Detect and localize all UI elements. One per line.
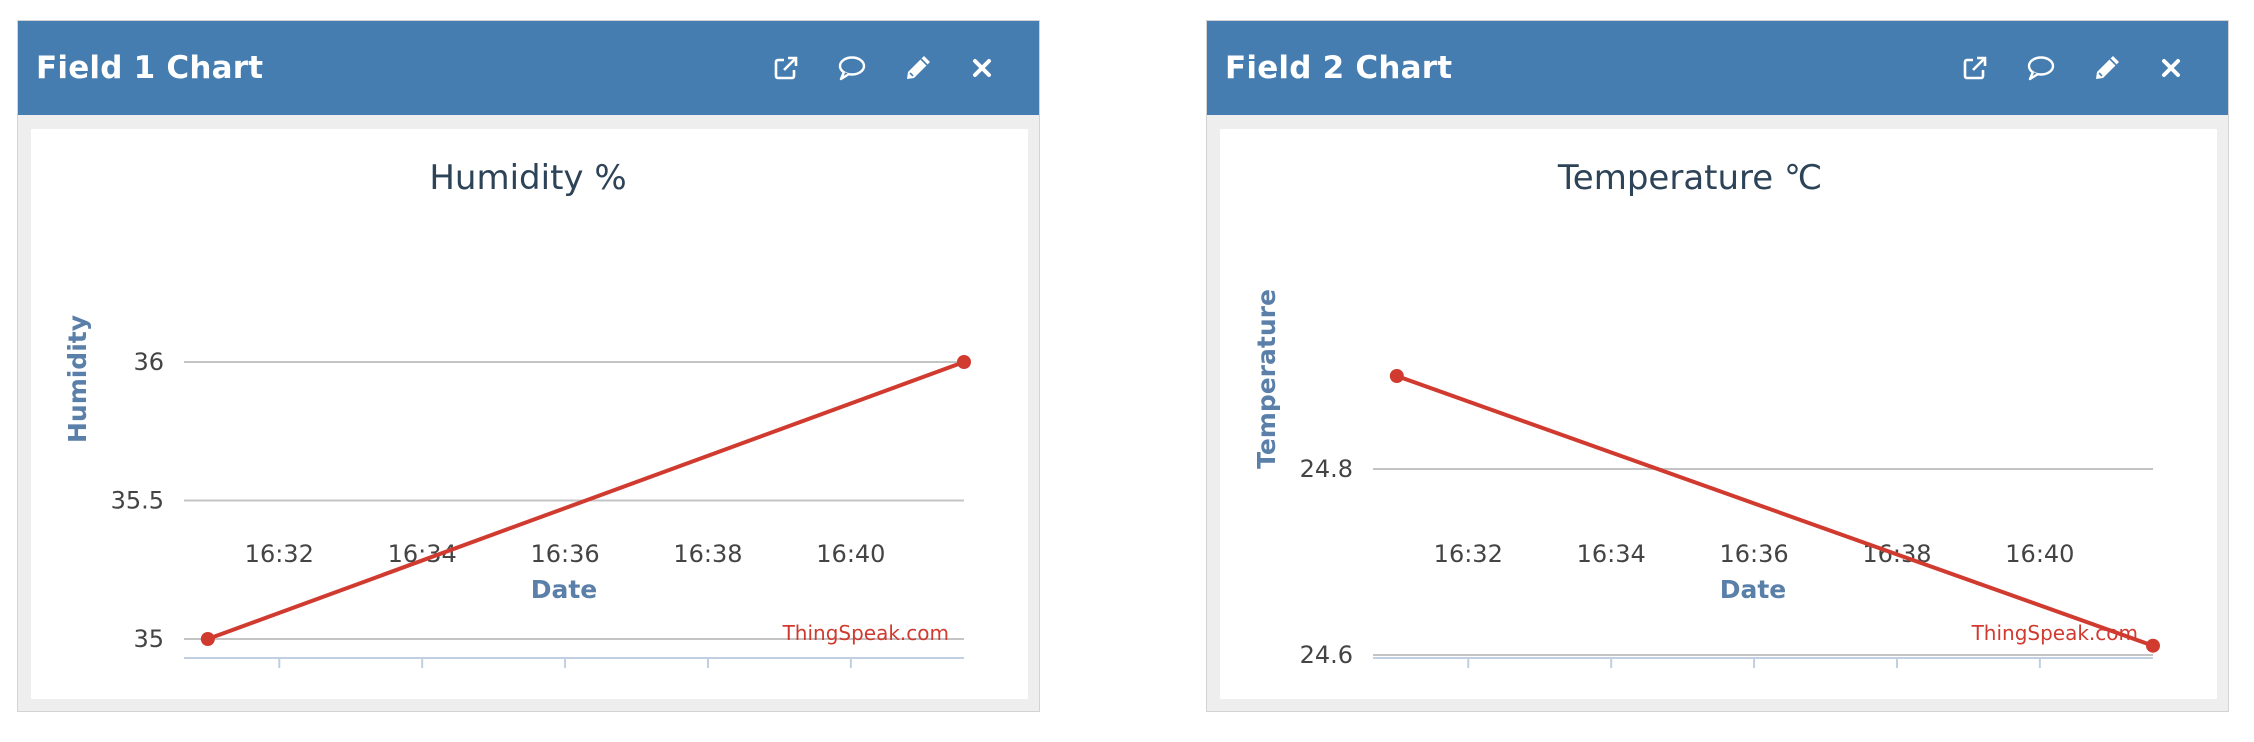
x-tick-label: 16:34 — [388, 540, 457, 568]
x-tick-label: 16:32 — [245, 540, 314, 568]
data-point[interactable] — [2146, 638, 2160, 653]
x-tick-label: 16:36 — [1719, 540, 1788, 568]
chart-area: Humidity % 35 35.5 36 16:32 16:34 16:36 16:38… — [31, 129, 1028, 699]
x-tick-label: 16:38 — [673, 540, 742, 568]
chart-credits[interactable]: ThingSpeak.com — [782, 621, 949, 645]
x-axis-title: Date — [531, 575, 598, 604]
data-point[interactable] — [200, 632, 215, 646]
x-tick-label: 16:32 — [1434, 540, 1503, 568]
y-ticks: 35 35.5 36 — [111, 348, 164, 653]
series — [1389, 369, 2160, 653]
line-chart: Humidity % 35 35.5 36 16:32 16:34 16:36 16:38… — [63, 158, 971, 668]
external-link-icon[interactable] — [766, 48, 806, 88]
y-axis-title: Temperature — [1252, 289, 1281, 469]
y-tick-label: 35.5 — [111, 487, 164, 515]
x-tick-label: 16:40 — [2005, 540, 2074, 568]
field-2-widget: Field 2 Chart Temperature ℃ 24.6 24.8 16:… — [1206, 20, 2229, 712]
chart-credits[interactable]: ThingSpeak.com — [1971, 621, 2138, 645]
external-link-icon[interactable] — [1955, 48, 1995, 88]
widget-title: Field 1 Chart — [36, 50, 264, 86]
x-axis-title: Date — [1720, 575, 1787, 604]
y-tick-label: 36 — [133, 348, 164, 376]
chart-title: Humidity % — [429, 158, 626, 198]
comment-icon[interactable] — [832, 48, 872, 88]
data-point[interactable] — [1389, 369, 1404, 383]
y-tick-label: 24.8 — [1300, 455, 1353, 483]
pencil-icon[interactable] — [898, 48, 938, 88]
chart-area: Temperature ℃ 24.6 24.8 16:32 16:34 16:36 16… — [1220, 129, 2217, 699]
chart-title: Temperature ℃ — [1557, 158, 1822, 198]
comment-icon[interactable] — [2021, 48, 2061, 88]
y-tick-label: 24.6 — [1300, 641, 1353, 669]
data-point[interactable] — [957, 355, 971, 369]
field-1-widget: Field 1 Chart Humidity % 35 35.5 36 16:32 1… — [17, 20, 1040, 712]
widget-title: Field 2 Chart — [1225, 50, 1453, 86]
close-icon[interactable] — [2151, 48, 2191, 88]
line-chart: Temperature ℃ 24.6 24.8 16:32 16:34 16:36 16… — [1252, 158, 2160, 669]
close-icon[interactable] — [962, 48, 1002, 88]
series-line — [1396, 374, 2154, 648]
y-tick-label: 35 — [133, 625, 164, 653]
pencil-icon[interactable] — [2087, 48, 2127, 88]
y-axis-title: Humidity — [63, 315, 92, 443]
y-ticks: 24.6 24.8 — [1300, 455, 1353, 669]
x-tick-label: 16:36 — [530, 540, 599, 568]
x-tick-label: 16:40 — [816, 540, 885, 568]
x-tick-label: 16:34 — [1577, 540, 1646, 568]
widget-header: Field 1 Chart — [18, 21, 1039, 115]
widget-header: Field 2 Chart — [1207, 21, 2228, 115]
